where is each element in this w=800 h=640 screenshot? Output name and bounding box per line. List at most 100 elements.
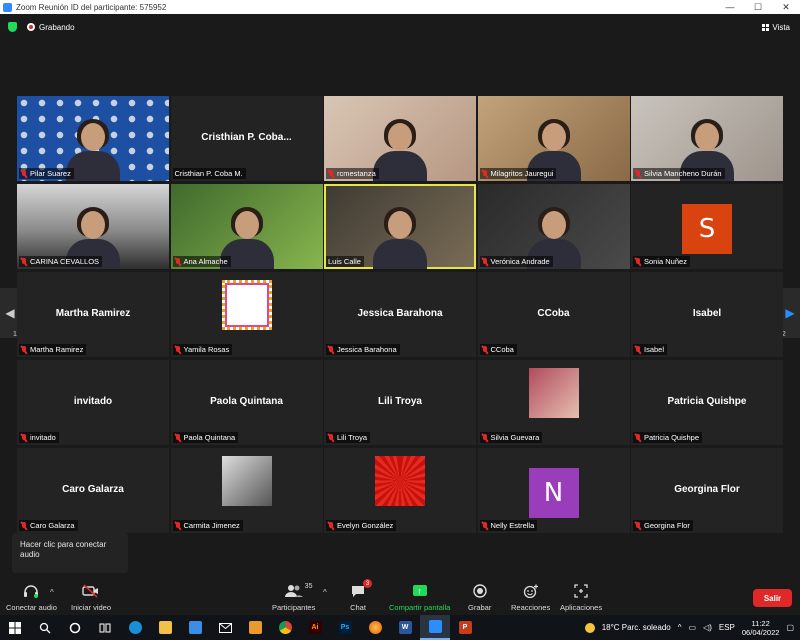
meeting-topbar: Grabando Vista bbox=[0, 14, 800, 40]
muted-mic-icon bbox=[328, 521, 334, 530]
window-titlebar: Zoom Reunión ID del participante: 575952… bbox=[0, 0, 800, 14]
security-shield-icon[interactable] bbox=[8, 22, 17, 32]
view-button[interactable]: Vista bbox=[762, 23, 790, 32]
taskbar-clock[interactable]: 11:22 06/04/2022 bbox=[742, 619, 780, 637]
participant-tile[interactable]: N Nelly Estrella bbox=[477, 448, 630, 533]
participant-tile[interactable]: Pilar Suarez bbox=[17, 96, 169, 181]
participant-tile[interactable]: Caro Galarza Caro Galarza bbox=[17, 448, 169, 533]
participant-tile[interactable]: Paola Quintana Paola Quintana bbox=[170, 360, 323, 445]
windows-start-icon[interactable] bbox=[0, 615, 30, 640]
muted-mic-icon bbox=[482, 169, 488, 178]
chat-button[interactable]: 3 Chat bbox=[350, 579, 372, 612]
language-indicator[interactable]: ESP bbox=[719, 623, 735, 632]
participant-tile[interactable]: CARINA CEVALLOS bbox=[17, 184, 169, 269]
firefox-icon[interactable] bbox=[360, 615, 390, 640]
muted-mic-icon bbox=[482, 257, 488, 266]
participant-tile[interactable]: Jessica Barahona Jessica Barahona bbox=[324, 272, 476, 357]
participant-tile[interactable]: Ana Almache bbox=[170, 184, 323, 269]
participant-tile[interactable]: Lili Troya Lili Troya bbox=[324, 360, 476, 445]
participant-display-name: Jessica Barahona bbox=[357, 308, 443, 319]
file-explorer-icon[interactable] bbox=[150, 615, 180, 640]
muted-mic-icon bbox=[482, 345, 488, 354]
powerpoint-icon[interactable]: P bbox=[450, 615, 480, 640]
participant-tile[interactable]: Silvia Mancheno Durán bbox=[631, 96, 783, 181]
participant-tile[interactable]: S Sonia Nuñez bbox=[631, 184, 783, 269]
participant-tile[interactable]: Milagritos Jauregui bbox=[477, 96, 630, 181]
participant-name: CCoba bbox=[490, 345, 514, 354]
volume-icon[interactable]: ◁) bbox=[703, 623, 712, 632]
minimize-button[interactable]: — bbox=[716, 0, 744, 14]
connect-audio-button[interactable]: Conectar audio bbox=[6, 582, 57, 612]
participant-tile[interactable]: Georgina Flor Georgina Flor bbox=[631, 448, 783, 533]
participant-tile[interactable]: Luis Calle bbox=[324, 184, 476, 269]
word-icon[interactable]: W bbox=[390, 615, 420, 640]
meeting-toolbar: Conectar audio ^ Iniciar video 35 Partic… bbox=[0, 578, 800, 615]
headphones-icon bbox=[23, 582, 39, 599]
participant-tile[interactable]: Yamila Rosas bbox=[170, 272, 323, 357]
participant-name-label: Georgina Flor bbox=[633, 520, 693, 531]
weather-text[interactable]: 18°C Parc. soleado bbox=[602, 623, 671, 632]
participants-options-caret-icon[interactable]: ^ bbox=[323, 588, 327, 597]
close-button[interactable]: ✕ bbox=[772, 0, 800, 14]
edge-browser-icon[interactable] bbox=[120, 615, 150, 640]
participant-tile[interactable]: invitado invitado bbox=[17, 360, 169, 445]
media-player-icon[interactable] bbox=[240, 615, 270, 640]
participant-tile[interactable]: CCoba CCoba bbox=[477, 272, 630, 357]
network-icon[interactable]: ▭ bbox=[688, 623, 696, 632]
chrome-icon[interactable] bbox=[270, 615, 300, 640]
leave-meeting-button[interactable]: Salir bbox=[753, 589, 792, 607]
participant-name-label: Paola Quintana bbox=[172, 432, 239, 443]
muted-mic-icon bbox=[328, 345, 334, 354]
maximize-button[interactable]: ☐ bbox=[744, 0, 772, 14]
task-view-icon[interactable] bbox=[90, 615, 120, 640]
start-video-button[interactable]: Iniciar video bbox=[71, 582, 111, 612]
share-screen-button[interactable]: ↑ Compartir pantalla bbox=[389, 582, 450, 612]
participant-name-label: rcmestanza bbox=[326, 168, 379, 179]
participant-name: Martha Ramirez bbox=[30, 345, 84, 354]
search-icon[interactable] bbox=[30, 615, 60, 640]
illustrator-icon[interactable]: Ai bbox=[300, 615, 330, 640]
participant-name: Carmita Jimenez bbox=[183, 521, 240, 530]
muted-mic-icon bbox=[635, 433, 641, 442]
participant-tile[interactable]: Cristhian P. Coba... Cristhian P. Coba M. bbox=[170, 96, 323, 181]
participant-name: invitado bbox=[30, 433, 56, 442]
cortana-icon[interactable] bbox=[60, 615, 90, 640]
participant-name: Sonia Nuñez bbox=[644, 257, 687, 266]
record-button[interactable]: Grabar bbox=[468, 582, 491, 612]
apps-button[interactable]: Aplicaciones bbox=[560, 582, 602, 612]
photoshop-icon[interactable]: Ps bbox=[330, 615, 360, 640]
reactions-button[interactable]: Reacciones bbox=[511, 582, 550, 612]
participants-button[interactable]: 35 Participantes bbox=[272, 582, 315, 612]
participant-tile[interactable]: Evelyn González bbox=[324, 448, 476, 533]
participant-name-label: Silvia Mancheno Durán bbox=[633, 168, 725, 179]
participant-tile[interactable]: Patricia Quishpe Patricia Quishpe bbox=[631, 360, 783, 445]
connect-audio-label: Conectar audio bbox=[6, 603, 57, 612]
participant-name-label: Luis Calle bbox=[326, 256, 364, 267]
participant-name: Paola Quintana bbox=[183, 433, 236, 442]
chat-icon: 3 bbox=[350, 579, 372, 599]
zoom-taskbar-icon[interactable] bbox=[420, 615, 450, 640]
recording-indicator[interactable]: Grabando bbox=[27, 23, 75, 32]
mail-icon[interactable] bbox=[210, 615, 240, 640]
participants-count: 35 bbox=[304, 583, 313, 590]
participants-label: Participantes bbox=[272, 603, 316, 612]
windows-taskbar: Ai Ps W P 18°C Parc. soleado ^ ▭ ◁) ESP … bbox=[0, 615, 800, 640]
muted-mic-icon bbox=[175, 521, 181, 530]
participant-name-label: Pilar Suarez bbox=[19, 168, 74, 179]
notifications-icon[interactable]: ▢ bbox=[786, 623, 794, 632]
audio-options-caret-icon[interactable]: ^ bbox=[50, 588, 54, 597]
participant-avatar: S bbox=[682, 204, 732, 254]
participant-tile[interactable]: Silvia Guevara bbox=[477, 360, 630, 445]
muted-mic-icon bbox=[21, 345, 27, 354]
participant-tile[interactable]: Verónica Andrade bbox=[477, 184, 630, 269]
participant-tile[interactable]: Isabel Isabel bbox=[631, 272, 783, 357]
participant-tile[interactable]: rcmestanza bbox=[324, 96, 476, 181]
participant-tile[interactable]: Martha Ramirez Martha Ramirez bbox=[17, 272, 169, 357]
tray-chevron-icon[interactable]: ^ bbox=[678, 623, 682, 632]
weather-sun-icon bbox=[584, 622, 595, 633]
muted-mic-icon bbox=[635, 345, 641, 354]
participant-profile-photo bbox=[221, 456, 272, 506]
participant-profile-photo bbox=[221, 280, 272, 330]
participant-tile[interactable]: Carmita Jimenez bbox=[170, 448, 323, 533]
store-icon[interactable] bbox=[180, 615, 210, 640]
